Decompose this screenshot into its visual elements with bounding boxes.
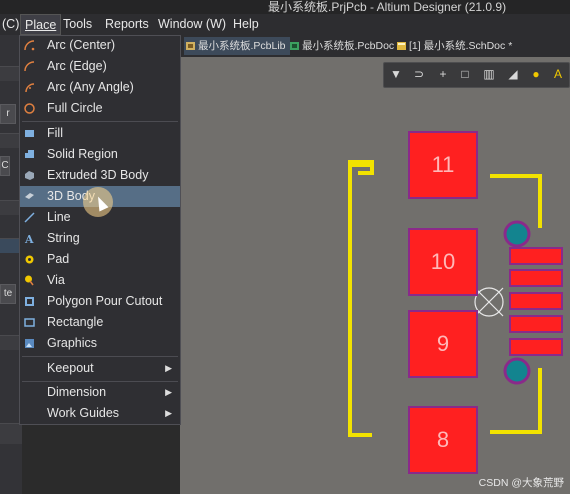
3d-body-icon xyxy=(25,193,34,199)
menu-item-work-guides[interactable]: Work Guides ▶ xyxy=(20,403,180,424)
smd-pad xyxy=(509,269,563,287)
arc-edge-icon xyxy=(24,61,35,72)
line-icon xyxy=(24,212,35,223)
select-rect-icon[interactable]: □ xyxy=(456,65,474,83)
schdoc-icon xyxy=(397,42,406,50)
menu-item-arc-center[interactable]: Arc (Center) xyxy=(20,35,180,56)
left-panel-footer xyxy=(0,423,22,444)
pad-8[interactable]: 8 xyxy=(408,406,478,474)
tab-label: 最小系统板.PcbDoc xyxy=(302,40,395,52)
pcbdoc-icon xyxy=(290,42,299,50)
left-panel-button[interactable]: te xyxy=(0,284,16,304)
menu-item-via[interactable]: Via xyxy=(20,270,180,291)
tab-pcblib[interactable]: 最小系统板.PcbLib xyxy=(184,37,290,55)
silkscreen-left xyxy=(348,163,372,437)
menu-help[interactable]: Help xyxy=(229,14,263,35)
smd-pad xyxy=(509,338,563,356)
pad-10[interactable]: 10 xyxy=(408,228,478,296)
filter-icon[interactable]: ▼ xyxy=(387,65,405,83)
tab-schdoc[interactable]: [1] 最小系统.SchDoc * xyxy=(395,37,512,55)
menu-item-fill[interactable]: Fill xyxy=(20,123,180,144)
smd-pad xyxy=(509,292,563,310)
via-icon xyxy=(25,275,34,286)
extruded-3d-body-icon xyxy=(25,171,34,180)
polygon-pour-cutout-icon xyxy=(25,297,34,306)
submenu-arrow-icon: ▶ xyxy=(165,387,172,397)
window-title: 最小系统板.PrjPcb - Altium Designer (21.0.9) xyxy=(268,0,507,14)
pad-icon xyxy=(25,255,34,264)
menu-item-string[interactable]: A String xyxy=(20,228,180,249)
arc-any-angle-icon xyxy=(25,83,35,93)
graphics-icon xyxy=(25,339,34,348)
watermark: CSDN @大象荒野 xyxy=(478,477,564,489)
fill-icon xyxy=(25,130,34,137)
pad-9[interactable]: 9 xyxy=(408,310,478,378)
pcblib-icon xyxy=(186,42,195,50)
menu-item-polygon-pour-cutout[interactable]: Polygon Pour Cutout xyxy=(20,291,180,312)
submenu-arrow-icon: ▶ xyxy=(165,363,172,373)
silkscreen-left-tab xyxy=(348,160,374,175)
menu-item-solid-region[interactable]: Solid Region xyxy=(20,144,180,165)
origin-marker xyxy=(474,287,504,317)
menu-item-arc-edge[interactable]: Arc (Edge) xyxy=(20,56,180,77)
menu-item-rectangle[interactable]: Rectangle xyxy=(20,312,180,333)
left-panel-button[interactable]: r xyxy=(0,104,16,124)
menu-item-full-circle[interactable]: Full Circle xyxy=(20,98,180,119)
silkscreen-right-top xyxy=(490,174,542,228)
tab-pcbdoc[interactable]: 最小系统板.PcbDoc xyxy=(288,37,394,55)
align-icon[interactable]: ▥ xyxy=(480,65,498,83)
submenu-arrow-icon: ▶ xyxy=(165,408,172,418)
add-icon[interactable]: + xyxy=(434,65,452,83)
menu-separator xyxy=(22,121,178,122)
menu-item-graphics[interactable]: Graphics xyxy=(20,333,180,354)
smd-pad xyxy=(509,315,563,333)
menu-place[interactable]: Place xyxy=(20,14,62,35)
menu-window[interactable]: Window (W) xyxy=(154,14,230,35)
solid-region-icon xyxy=(25,150,34,158)
full-circle-icon xyxy=(24,103,35,114)
smd-pad xyxy=(509,247,563,265)
rectangle-icon xyxy=(24,318,35,327)
svg-text:A: A xyxy=(24,233,34,244)
via-place-icon[interactable]: ● xyxy=(527,65,545,83)
text-icon[interactable]: A xyxy=(549,65,567,83)
menu-reports[interactable]: Reports xyxy=(101,14,153,35)
menu-item-pad[interactable]: Pad xyxy=(20,249,180,270)
string-icon: A xyxy=(24,233,34,244)
menu-separator xyxy=(22,356,178,357)
menu-item-arc-any-angle[interactable]: Arc (Any Angle) xyxy=(20,77,180,98)
menu-tools[interactable]: Tools xyxy=(59,14,96,35)
tab-label: [1] 最小系统.SchDoc * xyxy=(409,40,513,52)
via-top xyxy=(503,220,531,248)
menu-item-extruded-3d-body[interactable]: Extruded 3D Body xyxy=(20,165,180,186)
pad-11[interactable]: 11 xyxy=(408,131,478,199)
via-bottom xyxy=(503,357,531,385)
pen-icon[interactable]: ◢ xyxy=(504,65,522,83)
left-panel-checkbox[interactable]: C xyxy=(0,156,10,176)
menu-item-dimension[interactable]: Dimension ▶ xyxy=(20,382,180,403)
tab-label: 最小系统板.PcbLib xyxy=(198,40,286,52)
menu-item-keepout[interactable]: Keepout ▶ xyxy=(20,358,180,379)
arc-center-icon xyxy=(24,40,35,51)
route-icon[interactable]: ⊃ xyxy=(410,65,428,83)
